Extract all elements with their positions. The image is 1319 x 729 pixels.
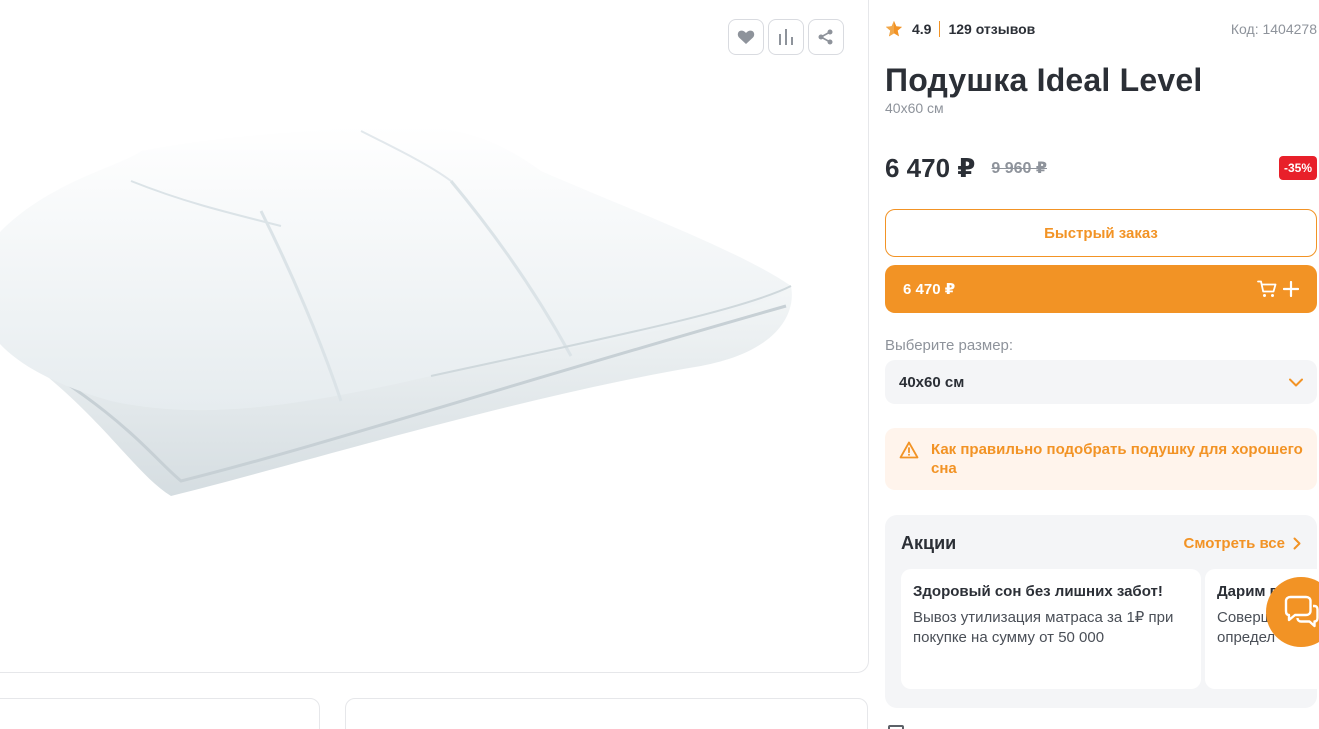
rating-value: 4.9 [912,21,932,37]
price-row: 6 470 ₽ 9 960 ₽ -35% [885,152,1317,184]
size-select[interactable]: 40x60 см [885,360,1317,404]
star-icon [885,20,903,37]
quick-order-button[interactable]: Быстрый заказ [885,209,1317,257]
pillow-guide-link[interactable]: Как правильно подобрать подушку для хоро… [885,428,1317,490]
product-image[interactable] [0,111,821,531]
size-label: Выберите размер: [885,337,1014,354]
share-button[interactable] [808,19,844,55]
size-selected-value: 40x60 см [899,373,965,391]
cart-icon [1257,280,1277,297]
rating-row: 4.9 129 отзывов Код: 1404278 [885,19,1317,39]
divider [939,21,941,37]
heart-icon [737,30,755,44]
discount-badge: -35% [1278,156,1317,180]
share-icon [818,29,833,45]
cart-icons [1257,280,1299,298]
favorite-button[interactable] [728,19,764,55]
reviews-link[interactable]: 129 отзывов [948,21,1035,37]
product-subtitle: 40x60 см [885,100,944,116]
guide-text: Как правильно подобрать подушку для хоро… [931,441,1303,477]
product-title: Подушка Ideal Level [885,62,1203,98]
product-gallery [0,0,869,673]
thumbnail[interactable] [345,698,868,729]
product-code: Код: 1404278 [1230,21,1317,37]
compare-icon [779,29,793,45]
promo-description: Вывоз утилизация матраса за 1₽ при покуп… [913,609,1174,646]
old-price: 9 960 ₽ [991,160,1048,177]
current-price: 6 470 ₽ [885,152,976,183]
gallery-actions [728,19,844,55]
plus-icon [1283,281,1299,297]
product-info-panel: 4.9 129 отзывов Код: 1404278 Подушка Ide… [885,0,1317,729]
see-all-link[interactable]: Смотреть все [1184,535,1301,552]
compare-button[interactable] [768,19,804,55]
add-to-cart-button[interactable]: 6 470 ₽ [885,265,1317,313]
warning-icon [899,441,919,459]
promo-title: Здоровый сон без лишних забот! [913,583,1163,600]
see-all-label: Смотреть все [1183,535,1285,552]
chevron-right-icon [1293,537,1301,550]
chevron-down-icon [1289,378,1303,386]
promo-card[interactable]: Здоровый сон без лишних забот! Вывоз ути… [901,569,1201,689]
promotions-section: Акции Смотреть все Здоровый сон без лишн… [885,515,1317,708]
cart-button-price: 6 470 ₽ [903,281,956,298]
promotions-title: Акции [901,533,957,553]
chat-icon [1284,595,1319,628]
checkbox[interactable] [888,725,904,729]
thumbnail[interactable] [0,698,320,729]
pillow-illustration [0,125,792,496]
promotions-header: Акции Смотреть все [901,533,1301,554]
